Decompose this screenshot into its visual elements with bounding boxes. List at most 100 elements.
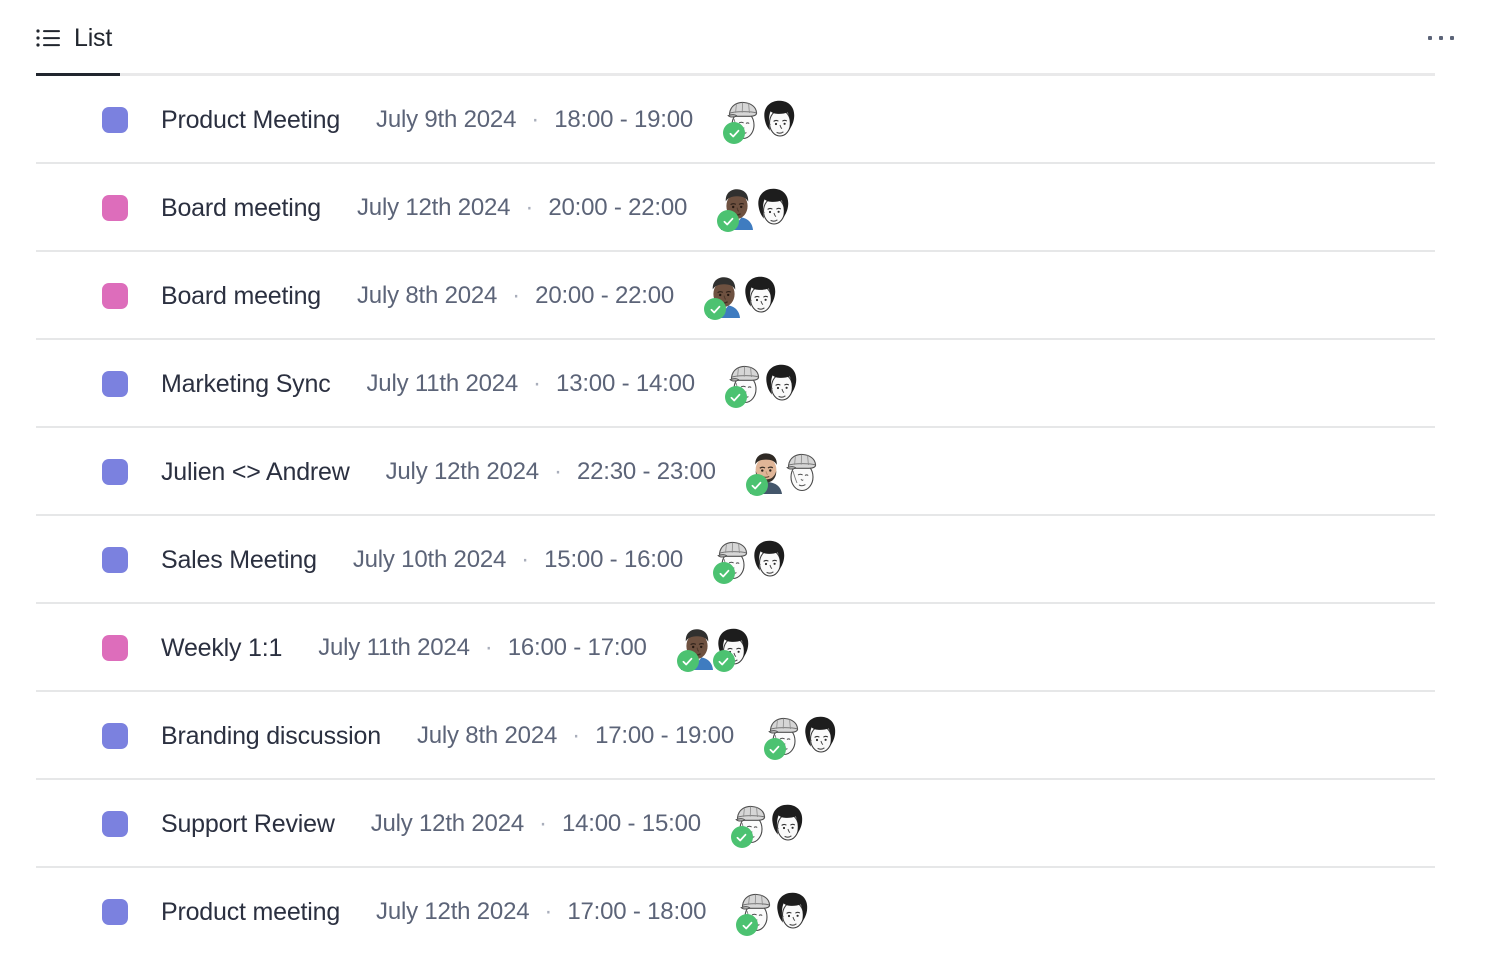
event-date: July 12th 2024 (385, 458, 540, 485)
event-date: July 10th 2024 (352, 546, 507, 573)
event-color-swatch[interactable] (102, 635, 128, 661)
check-icon (713, 562, 736, 584)
event-color-swatch[interactable] (102, 723, 128, 749)
event-row[interactable]: Sales Meeting July 10th 2024 · 15:00 - 16:0… (0, 516, 1502, 604)
event-row[interactable]: Product Meeting July 9th 2024 · 18:00 - 19:… (0, 76, 1502, 164)
event-color-swatch[interactable] (102, 195, 128, 221)
event-time-range: 18:00 - 19:00 (554, 106, 694, 133)
event-row[interactable]: Weekly 1:1 July 11th 2024 · 16:00 - 17:00 (0, 604, 1502, 692)
event-date: July 8th 2024 (416, 722, 558, 749)
event-row-content: Board meeting July 12th 2024 · 20:00 - 22:0… (102, 185, 793, 232)
event-date: July 12th 2024 (376, 898, 530, 925)
avatar[interactable] (704, 274, 744, 320)
check-icon (723, 122, 746, 144)
event-row[interactable]: Support Review July 12th 2024 · 14:00 - 15:… (0, 780, 1502, 868)
avatar[interactable] (749, 538, 789, 582)
event-meta-separator: · (553, 458, 562, 485)
event-row-content: Board meeting July 8th 2024 · 20:00 - 22:00 (102, 273, 780, 320)
event-color-swatch[interactable] (102, 811, 128, 837)
check-icon (745, 474, 768, 496)
event-color-swatch[interactable] (102, 371, 128, 397)
event-time-range: 15:00 - 16:00 (544, 546, 684, 573)
event-title: Board meeting (161, 193, 321, 222)
ellipsis-dot (1428, 36, 1432, 40)
event-row-content: Sales Meeting July 10th 2024 · 15:00 - 16:0… (102, 537, 789, 584)
event-title: Product Meeting (161, 105, 341, 134)
calendar-list-app: List Product Meeting July 9th 2024 · 18:00 … (0, 0, 1502, 970)
event-row-content: Branding discussion July 8th 2024 · 17:00 -… (102, 713, 840, 760)
avatar[interactable] (763, 714, 804, 760)
event-time-range: 16:00 - 17:00 (507, 634, 647, 661)
avatar[interactable] (724, 362, 765, 408)
avatar[interactable] (772, 890, 812, 934)
avatar[interactable] (761, 362, 801, 406)
event-row[interactable]: Julien <> Andrew July 12th 2024 · 22:30 - 2… (0, 428, 1502, 516)
avatar[interactable] (676, 626, 717, 672)
event-meta-separator: · (572, 722, 581, 749)
event-row-content: Product meeting July 12th 2024 · 17:00 - 18… (102, 889, 812, 936)
event-color-swatch[interactable] (102, 459, 128, 485)
event-time-range: 13:00 - 14:00 (556, 370, 695, 397)
avatar[interactable] (723, 98, 763, 144)
event-row[interactable]: Board meeting July 12th 2024 · 20:00 - 22:0… (0, 164, 1502, 252)
event-color-swatch[interactable] (102, 107, 128, 133)
event-time-range: 17:00 - 18:00 (567, 898, 707, 925)
event-title: Weekly 1:1 (161, 633, 283, 662)
attendee-avatars (704, 273, 780, 320)
avatar[interactable] (800, 714, 840, 758)
event-date: July 11th 2024 (366, 370, 519, 397)
avatar[interactable] (730, 802, 771, 848)
event-color-swatch[interactable] (102, 547, 128, 573)
tab-active-indicator (36, 73, 121, 76)
event-time-range: 14:00 - 15:00 (562, 810, 701, 837)
event-title: Sales Meeting (161, 545, 317, 574)
event-meta-separator: · (531, 106, 540, 133)
event-color-swatch[interactable] (102, 283, 128, 309)
attendee-avatars (736, 889, 812, 936)
event-title: Board meeting (161, 281, 321, 310)
event-row[interactable]: Product meeting July 12th 2024 · 17:00 - 18… (0, 868, 1502, 956)
event-date: July 11th 2024 (318, 634, 470, 661)
event-meta-separator: · (521, 546, 530, 573)
avatar[interactable] (717, 186, 757, 232)
check-icon (676, 650, 699, 672)
avatar[interactable] (767, 802, 807, 846)
event-row[interactable]: Branding discussion July 8th 2024 · 17:00 -… (0, 692, 1502, 780)
event-list: Product Meeting July 9th 2024 · 18:00 - 19:… (0, 76, 1502, 956)
event-title: Marketing Sync (161, 369, 331, 398)
attendee-avatars (745, 449, 822, 496)
list-icon (36, 29, 60, 47)
event-time-range: 20:00 - 22:00 (535, 282, 675, 309)
event-title: Support Review (161, 809, 335, 838)
ellipsis-icon[interactable] (1424, 26, 1458, 50)
ellipsis-dot (1439, 36, 1443, 40)
attendee-avatars (724, 361, 801, 408)
avatar[interactable] (712, 626, 753, 672)
event-meta-separator: · (512, 282, 521, 309)
event-title: Julien <> Andrew (161, 457, 350, 486)
event-row-content: Weekly 1:1 July 11th 2024 · 16:00 - 17:00 (102, 625, 753, 672)
event-row[interactable]: Marketing Sync July 11th 2024 · 13:00 - 14:… (0, 340, 1502, 428)
event-row-content: Product Meeting July 9th 2024 · 18:00 - 19:… (102, 97, 799, 144)
avatar[interactable] (759, 98, 799, 142)
avatar[interactable] (713, 538, 753, 584)
avatar[interactable] (782, 450, 822, 494)
avatar[interactable] (745, 450, 786, 496)
event-meta-separator: · (484, 634, 493, 661)
event-color-swatch[interactable] (102, 899, 128, 925)
event-date: July 12th 2024 (370, 810, 525, 837)
tab-list-label: List (74, 23, 113, 52)
avatar[interactable] (753, 186, 793, 230)
attendee-avatars (763, 713, 840, 760)
tab-bar: List (0, 0, 1502, 76)
event-title: Product meeting (161, 897, 341, 926)
avatar[interactable] (740, 274, 780, 318)
event-meta-separator: · (544, 898, 553, 925)
avatar[interactable] (736, 890, 776, 936)
attendee-avatars (730, 801, 807, 848)
event-row[interactable]: Board meeting July 8th 2024 · 20:00 - 22:00 (0, 252, 1502, 340)
check-icon (763, 738, 786, 760)
ellipsis-dot (1450, 36, 1454, 40)
check-icon (730, 826, 753, 848)
tab-list[interactable]: List (36, 0, 121, 76)
